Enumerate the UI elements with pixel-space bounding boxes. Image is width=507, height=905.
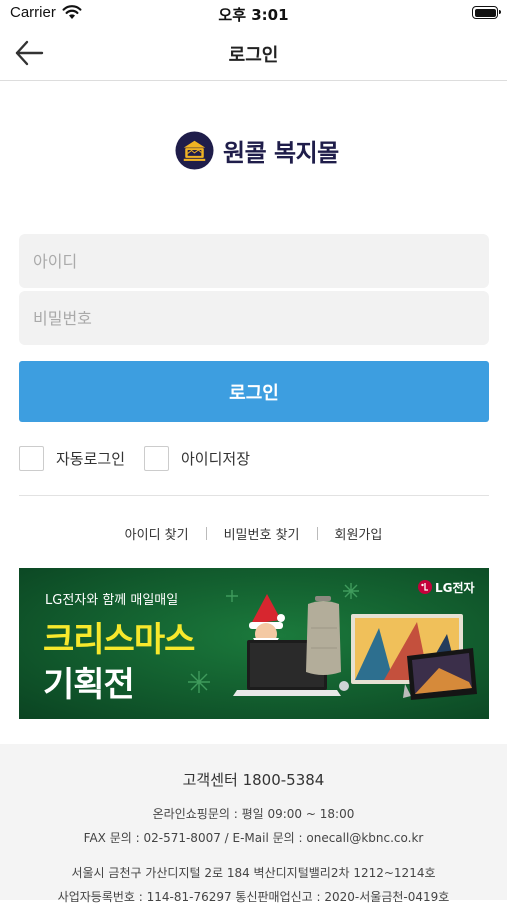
signup-link[interactable]: 회원가입	[318, 524, 400, 543]
lg-logo: LG전자	[418, 580, 475, 595]
business-hours: 온라인쇼핑문의 : 평일 09:00 ~ 18:00	[152, 807, 355, 821]
customer-service-number: 고객센터 1800-5384	[182, 771, 325, 789]
id-input[interactable]	[19, 234, 489, 288]
page-title: 로그인	[228, 45, 279, 66]
business-registration: 사업자등록번호 : 114-81-76297 통신판매업신고 : 2020-서울…	[57, 890, 450, 904]
company-address: 서울시 금천구 가산디지털 2로 184 벽산디지털밸리2차 1212~1214…	[71, 866, 436, 880]
auto-login-box[interactable]	[19, 445, 44, 471]
nav-bar: 로그인	[0, 28, 507, 81]
banner-subtitle: LG전자와 함께 매일매일	[45, 593, 178, 608]
password-input[interactable]	[19, 291, 489, 345]
battery-icon	[472, 6, 501, 19]
footer: 고객센터 1800-5384 온라인쇼핑문의 : 평일 09:00 ~ 18:0…	[0, 744, 507, 904]
login-button[interactable]: 로그인	[19, 361, 489, 422]
find-id-link[interactable]: 아이디 찾기	[108, 524, 206, 543]
save-id-label: 아이디저장	[181, 449, 251, 468]
auto-login-label: 자동로그인	[56, 449, 126, 468]
banner-headline-1: 크리스마스	[43, 620, 195, 660]
promo-banner-art: LG전자 LG전자와 함께 매일매일 크리스마스 기획전	[19, 568, 489, 719]
logo-text: 원콜 복지몰	[223, 138, 339, 167]
find-password-link[interactable]: 비밀번호 찾기	[207, 524, 317, 543]
clock: 오후 3:01	[218, 6, 289, 24]
divider	[19, 495, 489, 496]
promo-banner[interactable]: LG전자 LG전자와 함께 매일매일 크리스마스 기획전	[19, 568, 489, 719]
banner-headline-2: 기획전	[43, 665, 134, 705]
logo-emblem-icon	[175, 130, 214, 170]
contact-info: FAX 문의 : 02-571-8007 / E-Mail 문의 : oneca…	[83, 831, 424, 845]
brand-logo: 원콜 복지몰	[175, 130, 339, 170]
account-links: 아이디 찾기 비밀번호 찾기 회원가입	[0, 522, 507, 544]
status-bar: Carrier 오후 3:01	[0, 0, 507, 28]
save-id-box[interactable]	[144, 445, 169, 471]
save-id-checkbox[interactable]: 아이디저장	[144, 444, 250, 472]
auto-login-checkbox[interactable]: 자동로그인	[19, 444, 125, 472]
portable-monitor-illustration	[407, 648, 477, 700]
banner-brand: LG전자	[435, 580, 475, 595]
